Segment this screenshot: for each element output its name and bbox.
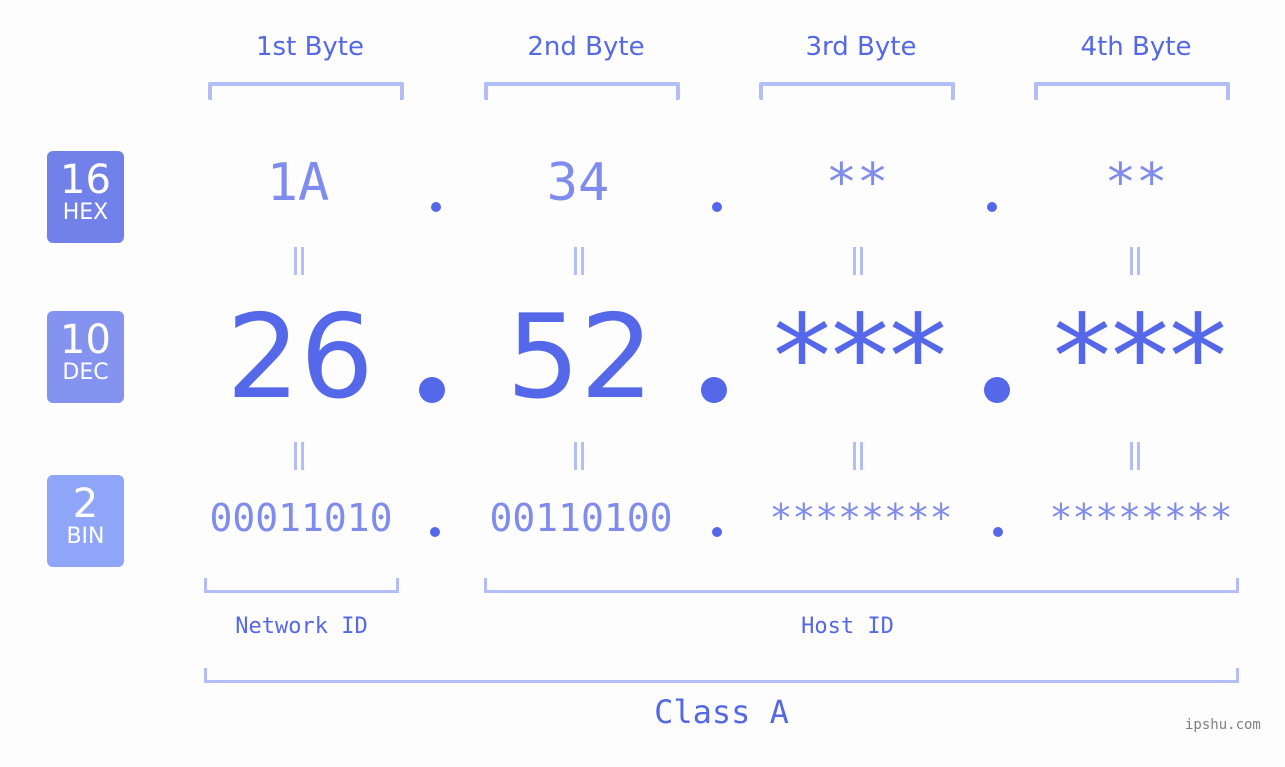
equals-icon <box>1128 247 1142 275</box>
hex-badge: 16 HEX <box>47 151 124 243</box>
hex-value-3: ** <box>825 153 889 213</box>
equals-icon <box>292 442 306 470</box>
dec-badge-label: DEC <box>62 360 109 385</box>
network-id-label: Network ID <box>235 614 368 639</box>
equals-icon <box>572 442 586 470</box>
dec-separator-dot <box>984 377 1010 403</box>
byte-header-4: 4th Byte <box>1080 32 1192 62</box>
hex-value-4: ** <box>1104 153 1168 213</box>
dec-badge: 10 DEC <box>47 311 124 403</box>
dec-separator-dot <box>701 377 727 403</box>
dec-value-4: *** <box>1053 290 1227 425</box>
equals-icon <box>292 247 306 275</box>
dec-value-3: *** <box>773 290 947 425</box>
bin-value-2: 00110100 <box>489 496 673 540</box>
bin-separator-dot <box>712 527 722 537</box>
host-id-label: Host ID <box>801 614 894 639</box>
network-id-bracket <box>204 578 399 593</box>
bin-separator-dot <box>430 527 440 537</box>
hex-value-2: 34 <box>546 153 610 213</box>
equals-icon <box>851 247 865 275</box>
hex-badge-label: HEX <box>62 200 109 225</box>
byte-bracket-1 <box>208 82 404 100</box>
hex-separator-dot <box>712 202 722 212</box>
byte-bracket-3 <box>759 82 955 100</box>
dec-value-2: 52 <box>506 290 654 425</box>
hex-value-1: 1A <box>266 153 330 213</box>
class-label: Class A <box>654 693 789 731</box>
bin-badge-label: BIN <box>66 524 105 549</box>
dec-separator-dot <box>419 377 445 403</box>
equals-icon <box>572 247 586 275</box>
class-bracket <box>204 668 1239 683</box>
byte-header-3: 3rd Byte <box>805 32 917 62</box>
dec-badge-number: 10 <box>60 317 111 363</box>
watermark: ipshu.com <box>1185 717 1261 733</box>
byte-bracket-2 <box>484 82 680 100</box>
byte-header-1: 1st Byte <box>256 32 364 62</box>
hex-separator-dot <box>987 202 997 212</box>
host-id-bracket <box>484 578 1239 593</box>
bin-value-3: ******** <box>769 496 953 540</box>
bin-separator-dot <box>993 527 1003 537</box>
bin-badge: 2 BIN <box>47 475 124 567</box>
hex-separator-dot <box>431 202 441 212</box>
hex-badge-number: 16 <box>60 157 111 203</box>
bin-value-1: 00011010 <box>209 496 393 540</box>
bin-value-4: ******** <box>1049 496 1233 540</box>
byte-header-2: 2nd Byte <box>527 32 645 62</box>
equals-icon <box>851 442 865 470</box>
dec-value-1: 26 <box>226 290 374 425</box>
equals-icon <box>1128 442 1142 470</box>
bin-badge-number: 2 <box>72 481 99 527</box>
byte-bracket-4 <box>1034 82 1230 100</box>
